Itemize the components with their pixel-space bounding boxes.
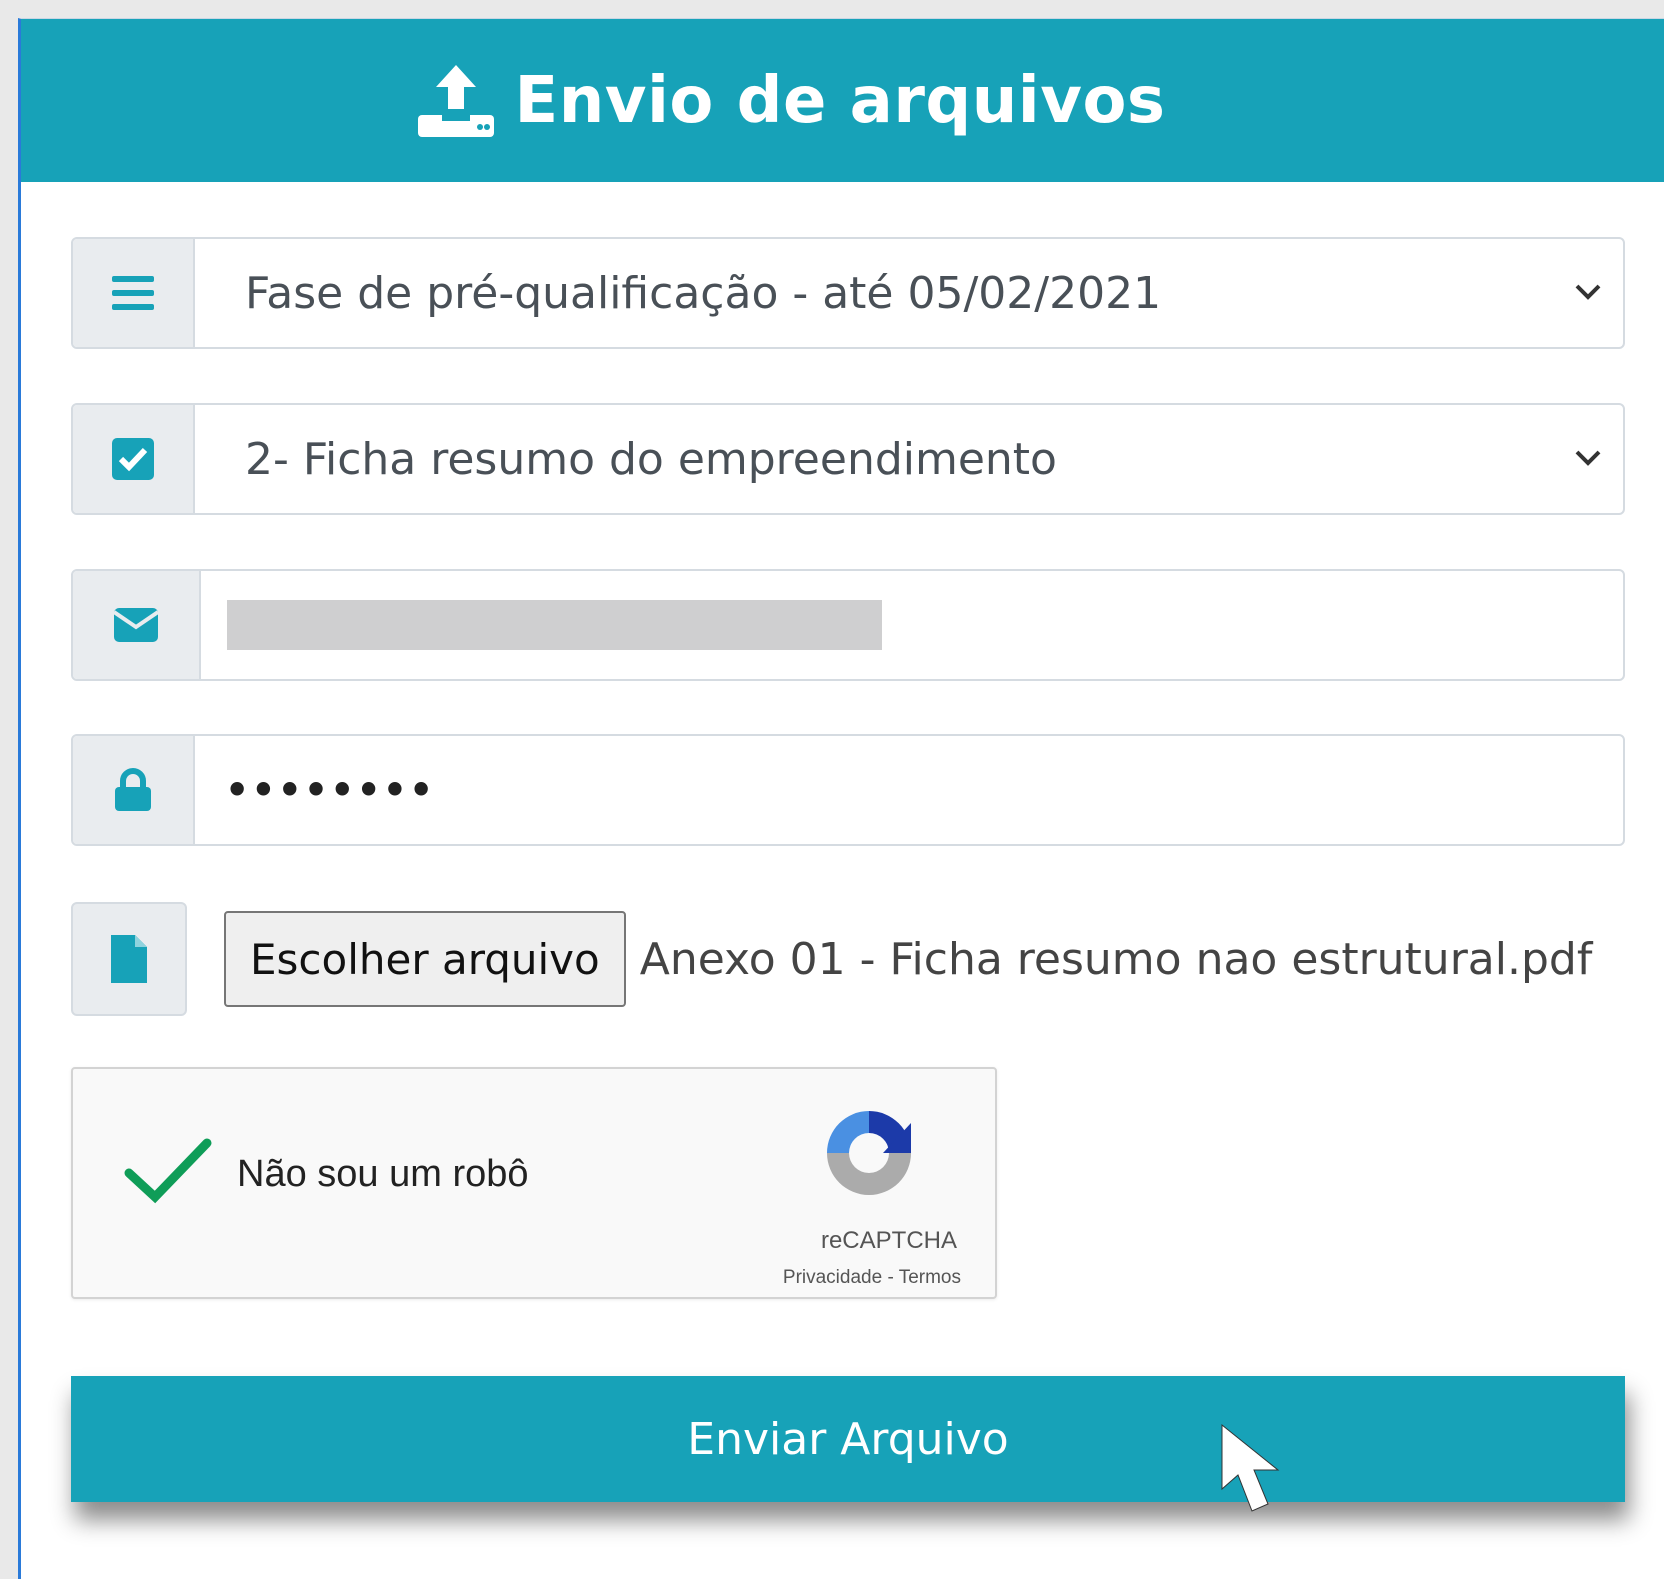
lock-icon bbox=[115, 768, 151, 811]
email-field[interactable] bbox=[201, 571, 1623, 679]
list-icon bbox=[112, 276, 154, 310]
document-select-value: 2- Ficha resumo do empreendimento bbox=[245, 433, 1057, 485]
phase-select-value: Fase de pré-qualificação - até 05/02/202… bbox=[245, 267, 1162, 319]
upload-card: Envio de arquivos Fase de pré-qualificaç… bbox=[18, 18, 1664, 1579]
document-select-group: 2- Ficha resumo do empreendimento bbox=[71, 403, 1625, 515]
submit-button[interactable]: Enviar Arquivo bbox=[71, 1376, 1625, 1502]
document-addon bbox=[73, 405, 195, 513]
recaptcha-links[interactable]: Privacidade - Termos bbox=[783, 1267, 961, 1289]
submit-label: Enviar Arquivo bbox=[687, 1413, 1009, 1465]
recaptcha-widget: Não sou um robô reCAPTCHA Privacidade - … bbox=[71, 1067, 997, 1299]
email-addon bbox=[73, 571, 201, 679]
file-icon bbox=[111, 935, 147, 983]
card-header: Envio de arquivos bbox=[21, 19, 1664, 182]
file-input-group: Escolher arquivo Anexo 01 - Ficha resumo… bbox=[71, 901, 1592, 1017]
upload-icon bbox=[418, 64, 495, 137]
password-group: •••••••• bbox=[71, 734, 1625, 846]
page-title: Envio de arquivos bbox=[514, 63, 1166, 138]
choose-file-button[interactable]: Escolher arquivo bbox=[224, 911, 626, 1007]
selected-file-name: Anexo 01 - Ficha resumo nao estrutural.p… bbox=[639, 933, 1593, 985]
recaptcha-logo-icon bbox=[827, 1111, 911, 1195]
password-field[interactable]: •••••••• bbox=[195, 736, 1623, 844]
password-addon bbox=[73, 736, 195, 844]
redacted-email bbox=[227, 600, 882, 650]
password-value: •••••••• bbox=[225, 768, 436, 812]
phase-select-group: Fase de pré-qualificação - até 05/02/202… bbox=[71, 237, 1625, 349]
checkmark-icon[interactable] bbox=[123, 1137, 213, 1207]
phase-addon bbox=[73, 239, 195, 347]
document-select[interactable]: 2- Ficha resumo do empreendimento bbox=[195, 405, 1623, 513]
email-group bbox=[71, 569, 1625, 681]
captcha-label: Não sou um robô bbox=[237, 1153, 529, 1195]
file-addon bbox=[71, 902, 187, 1016]
chevron-down-icon bbox=[1575, 284, 1601, 300]
chevron-down-icon bbox=[1575, 450, 1601, 466]
mouse-cursor-icon bbox=[1221, 1423, 1280, 1512]
recaptcha-brand: reCAPTCHA bbox=[820, 1227, 957, 1254]
envelope-icon bbox=[113, 608, 159, 642]
checkbox-icon bbox=[112, 438, 154, 480]
phase-select[interactable]: Fase de pré-qualificação - até 05/02/202… bbox=[195, 239, 1623, 347]
